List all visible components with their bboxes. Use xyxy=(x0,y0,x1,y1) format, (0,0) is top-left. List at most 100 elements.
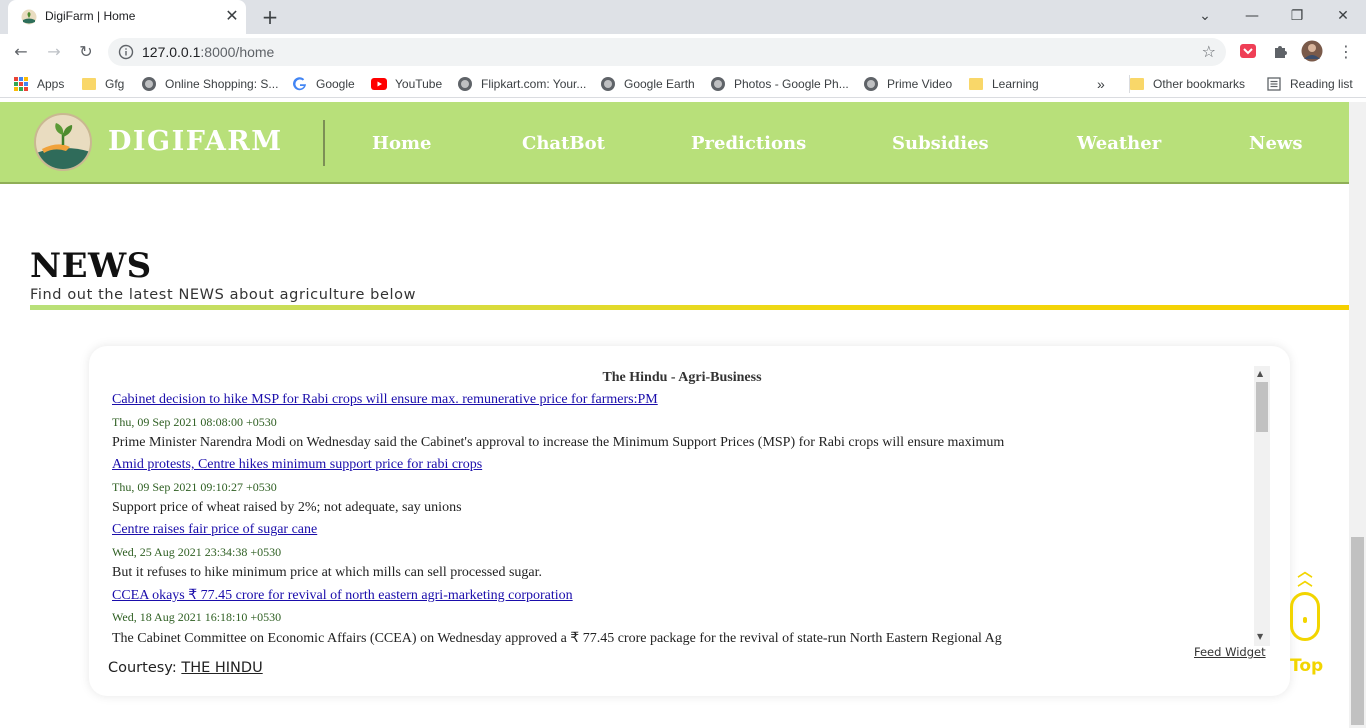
bookmarks-bar: Apps Gfg Online Shopping: S... Google Yo… xyxy=(0,70,1366,98)
nav-weather[interactable]: Weather xyxy=(1077,133,1161,154)
bookmark-youtube[interactable]: YouTube xyxy=(371,75,442,93)
title-underline xyxy=(30,305,1349,310)
reading-list[interactable]: Reading list xyxy=(1267,75,1353,93)
globe-icon xyxy=(458,77,472,91)
courtesy-line: Courtesy: THE HINDU xyxy=(108,660,263,676)
courtesy-label: Courtesy: xyxy=(108,660,177,676)
feed-title: The Hindu - Agri-Business xyxy=(602,370,762,385)
feed-scroll-thumb[interactable] xyxy=(1256,382,1268,432)
restore-icon[interactable]: ❐ xyxy=(1287,6,1307,26)
news-item-headline[interactable]: Cabinet decision to hike MSP for Rabi cr… xyxy=(112,392,658,408)
logo-plant-icon xyxy=(36,123,90,169)
pocket-extension-icon[interactable] xyxy=(1239,42,1257,60)
bookmark-star-icon[interactable]: ☆ xyxy=(1202,42,1216,61)
bookmark-google-photos[interactable]: Photos - Google Ph... xyxy=(711,75,849,93)
profile-avatar[interactable] xyxy=(1301,40,1323,62)
bookmark-label: Prime Video xyxy=(887,77,953,91)
bookmark-label: Online Shopping: S... xyxy=(165,77,279,91)
scroll-to-top-button[interactable]: ︿ ︿ Top xyxy=(1283,562,1328,679)
news-item-date: Thu, 09 Sep 2021 09:10:27 +0530 xyxy=(112,480,277,494)
bookmark-online-shopping[interactable]: Online Shopping: S... xyxy=(142,75,278,93)
address-bar[interactable]: 127.0.0.1:8000/home ☆ xyxy=(108,38,1226,66)
youtube-icon xyxy=(371,78,387,90)
bookmark-label: Apps xyxy=(37,77,65,91)
bookmark-label: Gfg xyxy=(105,77,125,91)
close-window-icon[interactable]: ✕ xyxy=(1333,6,1353,26)
rss-feed-widget[interactable]: The Hindu - Agri-Business Cabinet decisi… xyxy=(112,366,1271,646)
bookmark-flipkart[interactable]: Flipkart.com: Your... xyxy=(458,75,586,93)
site-header: DIGIFARM Home ChatBot Predictions Subsid… xyxy=(0,102,1349,184)
reload-icon[interactable]: ↻ xyxy=(74,40,98,64)
tab-title: DigiFarm | Home xyxy=(45,9,136,23)
back-icon[interactable]: ← xyxy=(9,40,33,64)
other-bookmarks[interactable]: Other bookmarks xyxy=(1129,75,1245,93)
reading-list-label: Reading list xyxy=(1290,77,1353,91)
nav-predictions[interactable]: Predictions xyxy=(691,133,806,154)
browser-menu-icon[interactable]: ⋮ xyxy=(1334,40,1358,64)
close-tab-icon[interactable]: ✕ xyxy=(224,8,240,24)
double-chevron-up-icon: ︿ ︿ xyxy=(1297,562,1313,589)
folder-icon xyxy=(969,78,983,90)
news-item-headline[interactable]: Centre raises fair price of sugar cane xyxy=(112,522,317,538)
digifarm-favicon-icon xyxy=(21,9,37,25)
globe-icon xyxy=(142,77,156,91)
scroll-up-arrow-icon[interactable]: ▲ xyxy=(1257,369,1263,378)
nav-subsidies[interactable]: Subsidies xyxy=(892,133,989,154)
bookmark-google-earth[interactable]: Google Earth xyxy=(601,75,695,93)
bookmarks-overflow-button[interactable]: » xyxy=(1097,75,1105,93)
page-scroll-thumb[interactable] xyxy=(1351,537,1364,725)
browser-tab[interactable]: DigiFarm | Home ✕ xyxy=(8,0,246,34)
globe-icon xyxy=(601,77,615,91)
google-icon xyxy=(293,77,306,91)
nav-home[interactable]: Home xyxy=(372,133,432,154)
page-title: NEWS xyxy=(30,246,152,286)
bookmark-gfg[interactable]: Gfg xyxy=(82,75,124,93)
scroll-down-arrow-icon[interactable]: ▼ xyxy=(1257,632,1263,641)
extensions-puzzle-icon[interactable] xyxy=(1271,42,1289,60)
courtesy-link[interactable]: THE HINDU xyxy=(181,660,262,676)
url-text: 127.0.0.1:8000/home xyxy=(142,44,274,60)
bookmark-apps[interactable]: Apps xyxy=(14,75,64,93)
nav-news[interactable]: News xyxy=(1249,133,1303,154)
url-host: 127.0.0.1 xyxy=(142,44,201,60)
bookmark-learning[interactable]: Learning xyxy=(969,75,1039,93)
news-item-headline[interactable]: CCEA okays ₹ 77.45 crore for revival of … xyxy=(112,587,573,604)
page-viewport: DIGIFARM Home ChatBot Predictions Subsid… xyxy=(0,102,1349,728)
globe-icon xyxy=(864,77,878,91)
tab-strip: DigiFarm | Home ✕ + ⌄ — ❐ ✕ xyxy=(0,0,1366,34)
feed-widget-link[interactable]: Feed Widget xyxy=(1194,645,1266,659)
news-item-summary: Prime Minister Narendra Modi on Wednesda… xyxy=(112,435,1005,450)
page-scrollbar[interactable] xyxy=(1349,102,1366,728)
digifarm-logo[interactable] xyxy=(34,113,92,171)
news-item-date: Wed, 18 Aug 2021 16:18:10 +0530 xyxy=(112,610,282,624)
mouse-scroll-icon xyxy=(1290,592,1320,641)
bookmark-google[interactable]: Google xyxy=(293,75,355,93)
top-label: Top xyxy=(1290,656,1324,676)
news-item-summary: The Cabinet Committee on Economic Affair… xyxy=(112,631,1002,646)
nav-chatbot[interactable]: ChatBot xyxy=(522,133,605,154)
new-tab-icon[interactable]: + xyxy=(260,6,280,28)
forward-icon[interactable]: → xyxy=(42,40,66,64)
minimize-icon[interactable]: — xyxy=(1242,6,1262,26)
bookmark-label: Learning xyxy=(992,77,1039,91)
bookmark-prime-video[interactable]: Prime Video xyxy=(864,75,952,93)
other-bookmarks-label: Other bookmarks xyxy=(1153,77,1246,91)
tab-search-icon[interactable]: ⌄ xyxy=(1195,6,1215,26)
news-item-headline[interactable]: Amid protests, Centre hikes minimum supp… xyxy=(112,457,482,473)
site-info-icon[interactable] xyxy=(118,44,134,60)
brand-name[interactable]: DIGIFARM xyxy=(108,126,283,157)
browser-toolbar: ← → ↻ 127.0.0.1:8000/home ☆ ⋮ xyxy=(0,34,1366,70)
folder-icon xyxy=(1130,78,1144,90)
globe-icon xyxy=(711,77,725,91)
reading-list-icon xyxy=(1267,77,1281,91)
bookmark-label: Google xyxy=(316,77,355,91)
url-path: :8000/home xyxy=(200,44,275,60)
folder-icon xyxy=(82,78,96,90)
bookmark-label: Google Earth xyxy=(624,77,695,91)
news-item-summary: Support price of wheat raised by 2%; not… xyxy=(112,500,462,515)
news-item-summary: But it refuses to hike minimum price at … xyxy=(112,565,543,580)
apps-grid-icon xyxy=(14,77,28,91)
news-item-date: Wed, 25 Aug 2021 23:34:38 +0530 xyxy=(112,545,282,559)
feed-scrollbar[interactable]: ▲ ▼ xyxy=(1254,366,1270,646)
page-subtitle: Find out the latest NEWS about agricultu… xyxy=(30,287,417,303)
